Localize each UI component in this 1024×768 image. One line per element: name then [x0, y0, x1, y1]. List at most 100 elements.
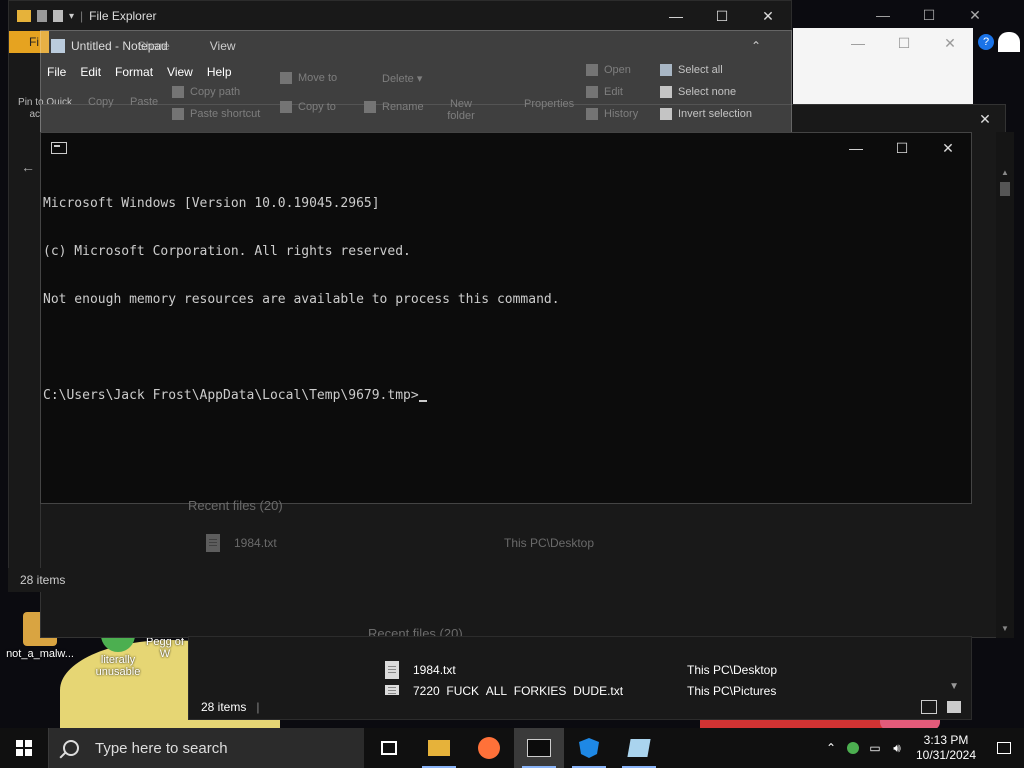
volume-icon[interactable]: 🔊︎: [886, 728, 908, 768]
new-folder-icon[interactable]: [53, 10, 63, 22]
text-cursor: [418, 400, 427, 402]
chevron-up-icon[interactable]: ⌃: [820, 728, 842, 768]
menu-view[interactable]: View: [167, 65, 193, 79]
titlebar[interactable]: ▾ | File Explorer — ☐ ✕: [9, 1, 791, 31]
menu-format[interactable]: Format: [115, 65, 153, 79]
network-icon[interactable]: ▭: [864, 728, 886, 768]
window-controls: — ☐ ✕: [833, 133, 971, 163]
taskbar-firefox[interactable]: [464, 728, 514, 768]
desktop-icon-label: not_a_malw...: [6, 648, 74, 660]
close-button[interactable]: ✕: [952, 0, 998, 30]
large-icons-view-icon[interactable]: [947, 701, 961, 713]
back-arrow-icon[interactable]: ←: [21, 159, 35, 175]
system-tray: ⌃ ▭ 🔊︎ 3:13 PM 10/31/2024: [820, 728, 1024, 768]
clock[interactable]: 3:13 PM 10/31/2024: [908, 733, 984, 763]
window-controls: — ☐ ✕: [860, 0, 998, 30]
console-line: Not enough memory resources are availabl…: [43, 292, 560, 307]
minimize-button[interactable]: —: [860, 0, 906, 30]
chevron-up-icon[interactable]: ⌃: [751, 39, 761, 53]
menu-bar: File Edit Format View Help: [41, 61, 232, 83]
windows-logo-icon: [16, 740, 32, 756]
scroll-up-arrow[interactable]: ▲: [1001, 168, 1009, 177]
maximize-button[interactable]: ☐: [699, 1, 745, 31]
desktop-icon-label: Pegg of W: [146, 636, 184, 660]
file-row[interactable]: 1984.txt This PC\Desktop: [385, 661, 777, 679]
notepad-icon: [627, 739, 651, 757]
task-view-button[interactable]: [364, 728, 414, 768]
item-count: 28 items: [20, 573, 66, 587]
clock-time: 3:13 PM: [923, 733, 969, 747]
task-view-icon: [381, 741, 397, 755]
file-name: 1984.txt: [413, 663, 456, 677]
background-dialog: — ☐ ✕: [793, 28, 973, 104]
taskbar-command-prompt[interactable]: [514, 728, 564, 768]
item-count: 28 items: [201, 700, 247, 714]
window-controls: ✕: [965, 105, 1005, 135]
maximize-button[interactable]: ☐: [879, 133, 925, 163]
search-box[interactable]: Type here to search: [48, 728, 364, 768]
file-location: This PC\Desktop: [504, 536, 595, 550]
taskbar: Type here to search ⌃ ▭ 🔊︎ 3:13 PM 10/31…: [0, 728, 1024, 768]
menu-help[interactable]: Help: [207, 65, 232, 79]
desktop-icon-pegg[interactable]: Pegg of W: [140, 636, 190, 660]
scroll-down-arrow[interactable]: ▼: [1001, 624, 1009, 633]
search-placeholder: Type here to search: [95, 739, 228, 757]
clock-date: 10/31/2024: [915, 748, 977, 762]
cmd-icon: [527, 739, 551, 757]
desktop-icon-label: literally unusable: [95, 654, 141, 678]
notepad-window[interactable]: Untitled - Notepad Share View ⌃ File Edi…: [40, 30, 792, 134]
text-file-icon: [206, 534, 220, 552]
status-bar: 28 items: [8, 568, 804, 592]
folder-icon: [17, 10, 31, 22]
window-title: File Explorer: [89, 9, 157, 23]
command-prompt-window[interactable]: — ☐ ✕ Microsoft Windows [Version 10.0.19…: [40, 132, 972, 504]
titlebar[interactable]: — ☐ ✕: [41, 133, 971, 163]
taskbar-file-explorer[interactable]: [414, 728, 464, 768]
divider: |: [80, 9, 84, 23]
close-button[interactable]: ✕: [927, 28, 973, 58]
titlebar[interactable]: Untitled - Notepad Share View ⌃: [41, 31, 791, 61]
file-explorer-content[interactable]: 1984.txt This PC\Desktop 7220_FUCK_ALL_F…: [188, 636, 972, 720]
taskbar-notepad[interactable]: [614, 728, 664, 768]
scrollbar[interactable]: ▲ ▼: [996, 132, 1014, 638]
minimize-button[interactable]: —: [833, 133, 879, 163]
maximize-button[interactable]: ☐: [906, 0, 952, 30]
maximize-button[interactable]: ☐: [881, 28, 927, 58]
close-button[interactable]: ✕: [925, 133, 971, 163]
console-output[interactable]: Microsoft Windows [Version 10.0.19045.29…: [43, 163, 951, 503]
firefox-icon: [478, 737, 500, 759]
start-button[interactable]: [0, 728, 48, 768]
window-controls: — ☐ ✕: [653, 1, 791, 31]
cmd-icon: [51, 142, 67, 154]
scrollbar-thumb[interactable]: [1000, 182, 1010, 196]
recent-files-header: Recent files (20): [188, 498, 283, 513]
console-prompt-line[interactable]: C:\Users\Jack Frost\AppData\Local\Temp\9…: [43, 388, 951, 404]
menu-edit[interactable]: Edit: [80, 65, 101, 79]
people-icon[interactable]: [842, 728, 864, 768]
console-line: Microsoft Windows [Version 10.0.19045.29…: [43, 196, 380, 211]
user-icon: [998, 32, 1020, 52]
properties-icon[interactable]: [37, 10, 47, 22]
divider: |: [256, 700, 260, 714]
close-button[interactable]: ✕: [745, 1, 791, 31]
share-tab[interactable]: Share: [138, 39, 170, 53]
notepad-icon: [51, 39, 65, 53]
folder-icon: [428, 740, 450, 756]
search-icon: [63, 740, 79, 756]
chevron-down-icon[interactable]: ▾: [69, 11, 74, 22]
taskbar-security[interactable]: [564, 728, 614, 768]
help-icon[interactable]: ?: [978, 34, 994, 50]
details-view-icon[interactable]: [921, 700, 937, 714]
scroll-down-arrow[interactable]: ▼: [949, 681, 959, 692]
file-row[interactable]: 1984.txt This PC\Desktop: [206, 534, 594, 552]
console-line: (c) Microsoft Corporation. All rights re…: [43, 244, 411, 259]
minimize-button[interactable]: —: [835, 28, 881, 58]
status-bar: 28 items |: [189, 695, 971, 719]
menu-file[interactable]: File: [47, 65, 66, 79]
close-button[interactable]: ✕: [965, 105, 1005, 133]
notifications-icon[interactable]: [984, 728, 1024, 768]
minimize-button[interactable]: —: [653, 1, 699, 31]
text-file-icon: [385, 661, 399, 679]
view-tab[interactable]: View: [210, 39, 236, 53]
